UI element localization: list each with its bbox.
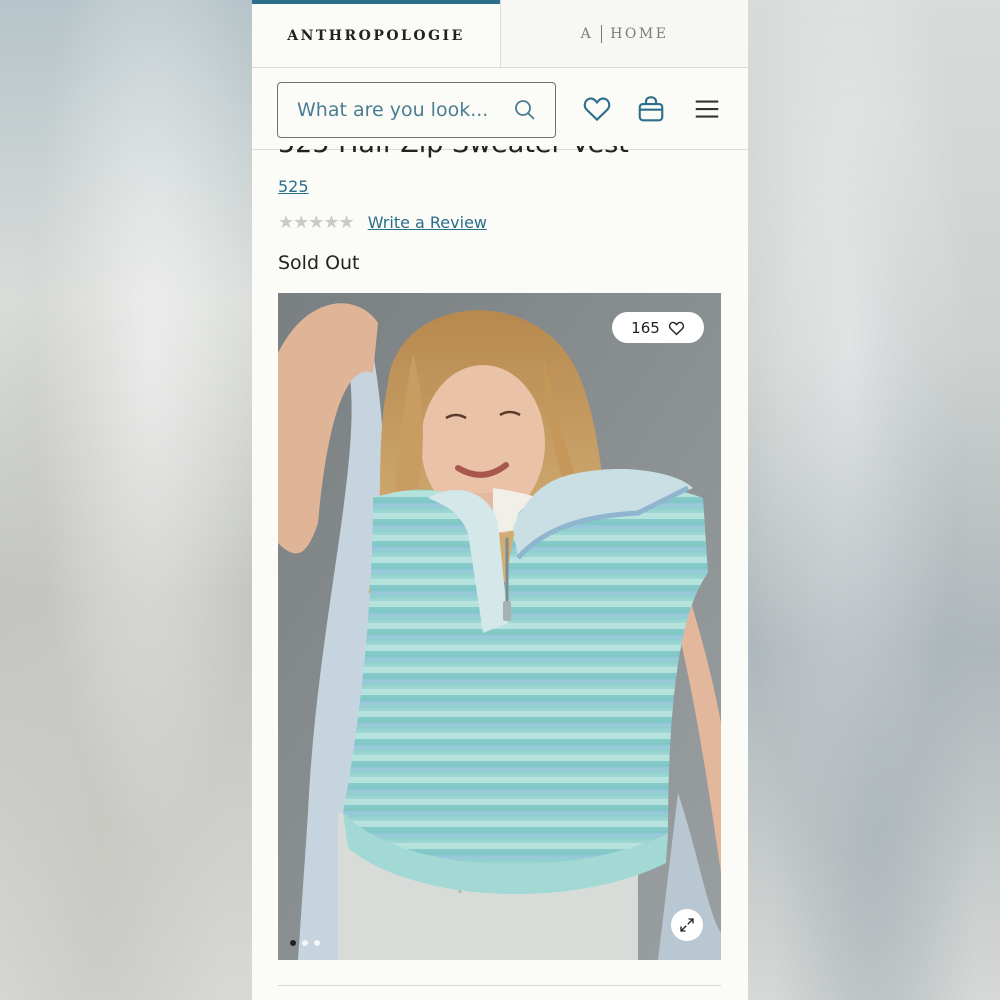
background-blur-left: [0, 0, 252, 1000]
product-image[interactable]: 165: [278, 293, 721, 960]
search-icon[interactable]: [513, 98, 537, 122]
tab-home-label: HOME: [610, 25, 669, 42]
search-placeholder: What are you look...: [297, 99, 489, 121]
bag-icon[interactable]: [636, 94, 666, 124]
background-blur-right: [748, 0, 1000, 1000]
gallery-dot[interactable]: [302, 940, 308, 946]
tab-home[interactable]: A HOME: [500, 0, 748, 67]
product-brand-link[interactable]: 525: [278, 177, 309, 196]
tab-anthropologie-label: ANTHROPOLOGIE: [287, 27, 465, 44]
tab-anthropologie[interactable]: ANTHROPOLOGIE: [252, 0, 500, 67]
site-header: What are you look...: [252, 68, 748, 150]
likes-badge[interactable]: 165: [612, 312, 704, 343]
section-divider: [278, 985, 721, 986]
tab-home-divider: [601, 24, 603, 43]
gallery-pagination[interactable]: [290, 940, 320, 946]
brand-tabs: ANTHROPOLOGIE A HOME: [252, 0, 748, 68]
write-review-link[interactable]: Write a Review: [368, 213, 487, 232]
heart-icon: [668, 321, 684, 335]
stock-status: Sold Out: [278, 252, 360, 274]
rating-stars: ★★★★★: [278, 212, 355, 233]
likes-count: 165: [631, 318, 660, 337]
expand-image-button[interactable]: [671, 909, 703, 941]
gallery-dot[interactable]: [314, 940, 320, 946]
heart-icon[interactable]: [582, 94, 612, 124]
search-input[interactable]: What are you look...: [277, 82, 556, 138]
expand-icon: [680, 918, 694, 932]
product-photo-illustration: [278, 293, 721, 960]
tab-home-a-label: A: [580, 25, 594, 42]
mobile-page: ANTHROPOLOGIE A HOME What are you look..…: [252, 0, 748, 1000]
product-rating: ★★★★★ Write a Review: [278, 212, 487, 233]
gallery-dot[interactable]: [290, 940, 296, 946]
menu-icon[interactable]: [692, 94, 722, 124]
